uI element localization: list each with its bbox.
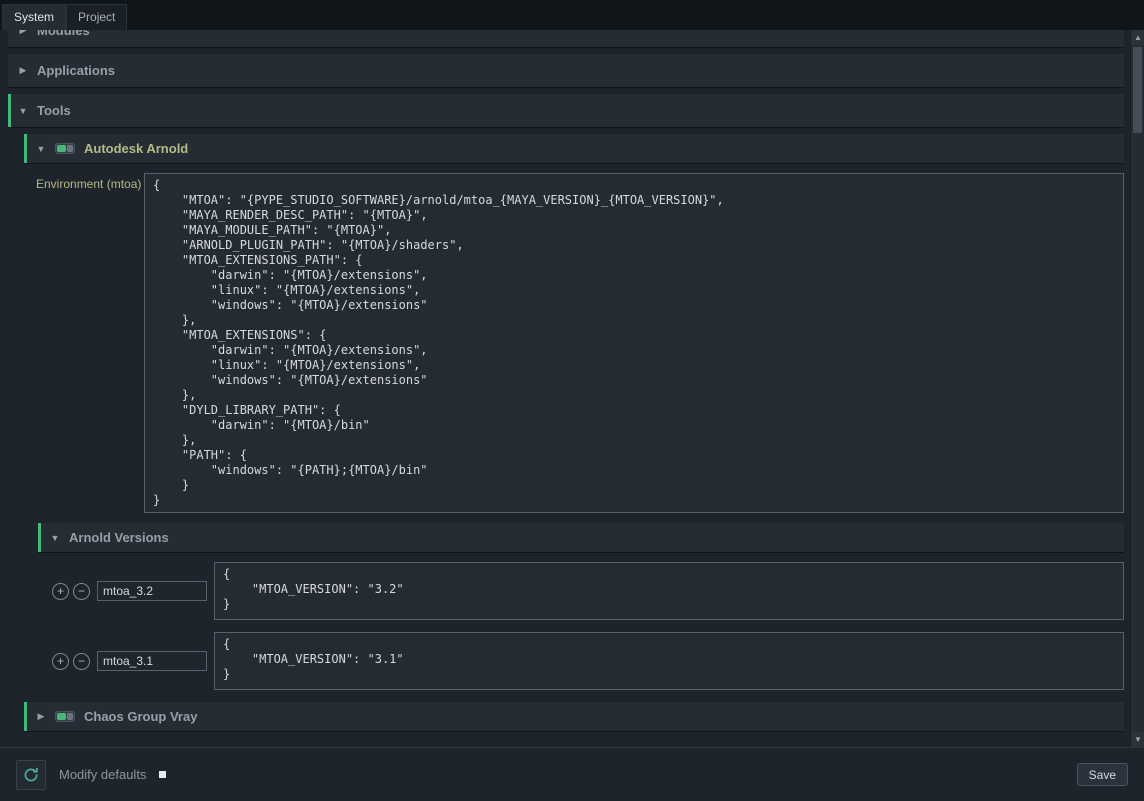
environment-mtoa-label: Environment (mtoa): [36, 173, 144, 191]
arnold-enabled-toggle[interactable]: [55, 143, 75, 154]
chevron-down-icon[interactable]: ▼: [18, 106, 28, 116]
settings-scroll-area: ▶ Modules ▶ Applications ▼ Tools ▼ Autod…: [0, 30, 1144, 747]
scrollbar-thumb[interactable]: [1133, 47, 1142, 133]
footer-bar: Modify defaults Save: [0, 747, 1144, 801]
version-value-textarea[interactable]: { "MTOA_VERSION": "3.1" }: [214, 632, 1124, 690]
list-item-controls: + −: [52, 583, 90, 600]
tab-project[interactable]: Project: [66, 4, 127, 30]
add-item-button[interactable]: +: [52, 583, 69, 600]
scroll-down-arrow-icon[interactable]: ▼: [1131, 732, 1144, 747]
main-tabbar: System Project: [0, 0, 1144, 30]
version-value-textarea[interactable]: { "MTOA_VERSION": "3.2" }: [214, 562, 1124, 620]
chevron-down-icon[interactable]: ▼: [50, 533, 60, 543]
section-label-modules: Modules: [37, 30, 90, 38]
section-label-applications: Applications: [37, 63, 115, 78]
scroll-up-arrow-icon[interactable]: ▲: [1131, 30, 1144, 45]
remove-item-button[interactable]: −: [73, 653, 90, 670]
list-item-version-1: + − { "MTOA_VERSION": "3.1" }: [52, 632, 1124, 690]
section-header-applications[interactable]: ▶ Applications: [8, 54, 1124, 87]
version-key-input[interactable]: [97, 651, 207, 671]
refresh-button[interactable]: [16, 760, 46, 790]
section-header-arnold-versions[interactable]: ▼ Arnold Versions: [38, 523, 1124, 552]
modify-defaults-checkbox[interactable]: [159, 771, 166, 778]
refresh-icon: [22, 766, 40, 784]
section-header-modules[interactable]: ▶ Modules: [8, 30, 1124, 47]
chevron-right-icon[interactable]: ▶: [18, 65, 28, 76]
section-header-autodesk-arnold[interactable]: ▼ Autodesk Arnold: [24, 134, 1124, 163]
version-key-input[interactable]: [97, 581, 207, 601]
remove-item-button[interactable]: −: [73, 583, 90, 600]
chevron-right-icon[interactable]: ▶: [18, 30, 28, 36]
list-item-controls: + −: [52, 653, 90, 670]
vertical-scrollbar[interactable]: ▲ ▼: [1130, 30, 1144, 747]
save-button[interactable]: Save: [1077, 763, 1128, 786]
section-header-chaos-group-vray[interactable]: ▶ Chaos Group Vray: [24, 702, 1124, 731]
chevron-right-icon[interactable]: ▶: [36, 711, 46, 722]
settings-window: System Project ▶ Modules ▶ Applications …: [0, 0, 1144, 801]
section-label-tools: Tools: [37, 103, 71, 118]
section-label-autodesk-arnold: Autodesk Arnold: [84, 141, 188, 156]
environment-mtoa-textarea[interactable]: { "MTOA": "{PYPE_STUDIO_SOFTWARE}/arnold…: [144, 173, 1124, 513]
environment-mtoa-row: Environment (mtoa) { "MTOA": "{PYPE_STUD…: [36, 173, 1124, 513]
add-item-button[interactable]: +: [52, 653, 69, 670]
settings-form: ▶ Modules ▶ Applications ▼ Tools ▼ Autod…: [0, 30, 1130, 747]
tab-system[interactable]: System: [2, 4, 66, 30]
modify-defaults-label: Modify defaults: [59, 767, 146, 782]
chevron-down-icon[interactable]: ▼: [36, 144, 46, 154]
section-label-chaos-group-vray: Chaos Group Vray: [84, 709, 197, 724]
section-label-arnold-versions: Arnold Versions: [69, 530, 169, 545]
vray-enabled-toggle[interactable]: [55, 711, 75, 722]
list-item-version-0: + − { "MTOA_VERSION": "3.2" }: [52, 562, 1124, 620]
section-header-tools[interactable]: ▼ Tools: [8, 94, 1124, 127]
